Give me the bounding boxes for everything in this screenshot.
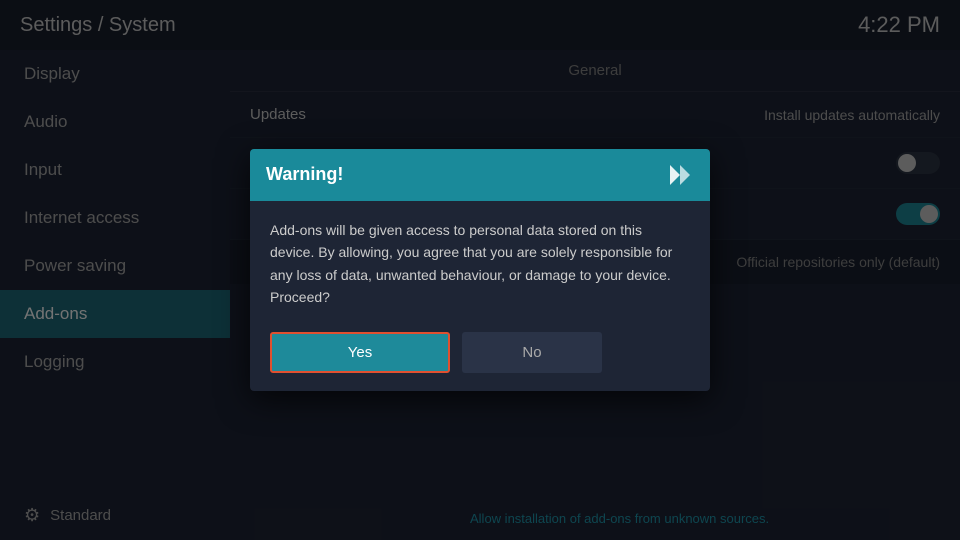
dialog-header: Warning!	[250, 149, 710, 201]
dialog-title: Warning!	[266, 164, 343, 185]
no-button[interactable]: No	[462, 332, 602, 373]
dialog-body: Add-ons will be given access to personal…	[250, 201, 710, 323]
yes-button[interactable]: Yes	[270, 332, 450, 373]
dialog-overlay: Warning! Add-ons will be given access to…	[0, 0, 960, 540]
dialog-buttons: Yes No	[250, 322, 710, 391]
kodi-logo	[666, 161, 694, 189]
kodi-logo-icon	[666, 161, 694, 189]
warning-dialog: Warning! Add-ons will be given access to…	[250, 149, 710, 392]
